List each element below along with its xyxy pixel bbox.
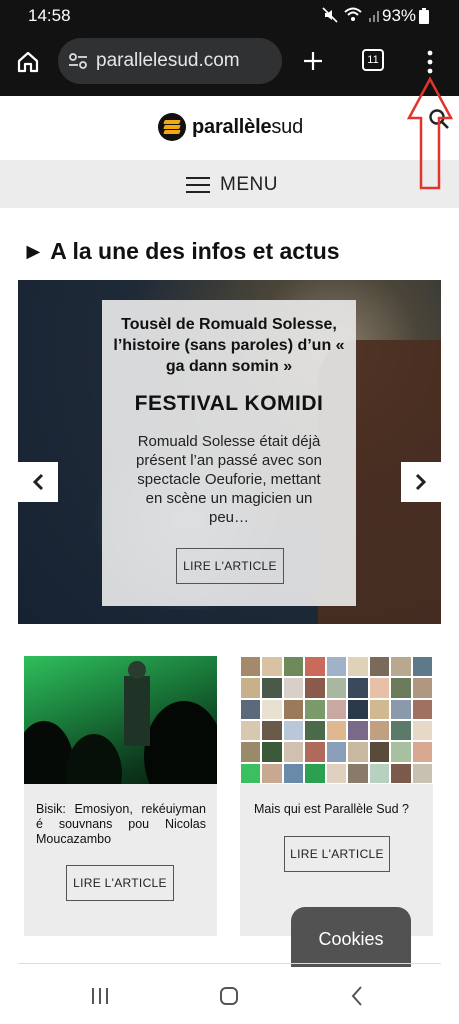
annotation-arrow-icon bbox=[406, 76, 454, 190]
recent-apps-icon[interactable] bbox=[90, 987, 110, 1005]
article-card: Mais qui est Parallèle Sud ? LIRE L'ARTI… bbox=[240, 656, 433, 936]
menu-bar[interactable]: MENU bbox=[0, 160, 459, 208]
featured-slider: Tousèl de Romuald Solesse, l’histoire (s… bbox=[18, 280, 441, 624]
status-icons bbox=[322, 7, 382, 23]
featured-article-card: Tousèl de Romuald Solesse, l’histoire (s… bbox=[102, 300, 356, 606]
section-heading: ► A la une des infos et actus bbox=[22, 238, 340, 264]
featured-excerpt: Romuald Solesse était déjà présent l’an … bbox=[136, 433, 322, 526]
back-nav-icon[interactable] bbox=[350, 985, 364, 1007]
site-settings-icon[interactable] bbox=[68, 52, 88, 70]
home-icon[interactable] bbox=[16, 50, 40, 74]
hamburger-icon[interactable] bbox=[186, 177, 210, 193]
article-thumbnail[interactable] bbox=[240, 656, 433, 784]
status-bar: 14:58 93% bbox=[0, 0, 459, 32]
article-title[interactable]: Mais qui est Parallèle Sud ? bbox=[254, 802, 424, 817]
site-header: parallèlesud bbox=[0, 96, 459, 160]
article-read-button[interactable]: LIRE L'ARTICLE bbox=[284, 836, 390, 872]
address-bar[interactable]: parallelesud.com bbox=[58, 38, 282, 84]
featured-headline[interactable]: Tousèl de Romuald Solesse, l’histoire (s… bbox=[110, 314, 348, 377]
url-text: parallelesud.com bbox=[96, 50, 240, 71]
system-nav-bar bbox=[0, 967, 459, 1024]
home-nav-icon[interactable] bbox=[219, 986, 239, 1006]
content-divider bbox=[18, 963, 441, 964]
photo-collage-image bbox=[240, 656, 433, 784]
article-read-button[interactable]: LIRE L'ARTICLE bbox=[66, 865, 174, 901]
featured-read-button[interactable]: LIRE L'ARTICLE bbox=[176, 548, 284, 584]
battery-status: 93% bbox=[382, 6, 430, 26]
menu-label[interactable]: MENU bbox=[220, 174, 278, 196]
browser-toolbar: parallelesud.com 11 bbox=[0, 32, 459, 96]
cookies-button[interactable]: Cookies bbox=[291, 907, 411, 967]
new-tab-icon[interactable] bbox=[302, 50, 324, 72]
slider-prev-button[interactable] bbox=[18, 462, 58, 502]
chevron-left-icon bbox=[32, 473, 44, 491]
logo-mark-icon bbox=[158, 113, 186, 141]
article-thumbnail[interactable] bbox=[24, 656, 217, 784]
slider-next-button[interactable] bbox=[401, 462, 441, 502]
battery-percent: 93% bbox=[382, 6, 417, 25]
article-title[interactable]: Bisik: Emosiyon, rekéuiyman é souvnans p… bbox=[36, 802, 206, 847]
chevron-right-icon bbox=[415, 473, 427, 491]
mute-icon bbox=[322, 7, 338, 23]
article-card: Bisik: Emosiyon, rekéuiyman é souvnans p… bbox=[24, 656, 217, 936]
tab-switcher-icon[interactable]: 11 bbox=[362, 49, 384, 71]
site-logo[interactable]: parallèlesud bbox=[158, 113, 303, 141]
more-options-icon[interactable] bbox=[426, 50, 434, 74]
logo-wordmark: parallèlesud bbox=[192, 115, 304, 138]
battery-icon bbox=[419, 8, 430, 24]
signal-icon bbox=[369, 11, 379, 22]
concert-image bbox=[24, 661, 217, 784]
featured-kicker: FESTIVAL KOMIDI bbox=[134, 392, 324, 415]
status-time: 14:58 bbox=[28, 6, 71, 25]
wifi-icon bbox=[344, 7, 362, 21]
